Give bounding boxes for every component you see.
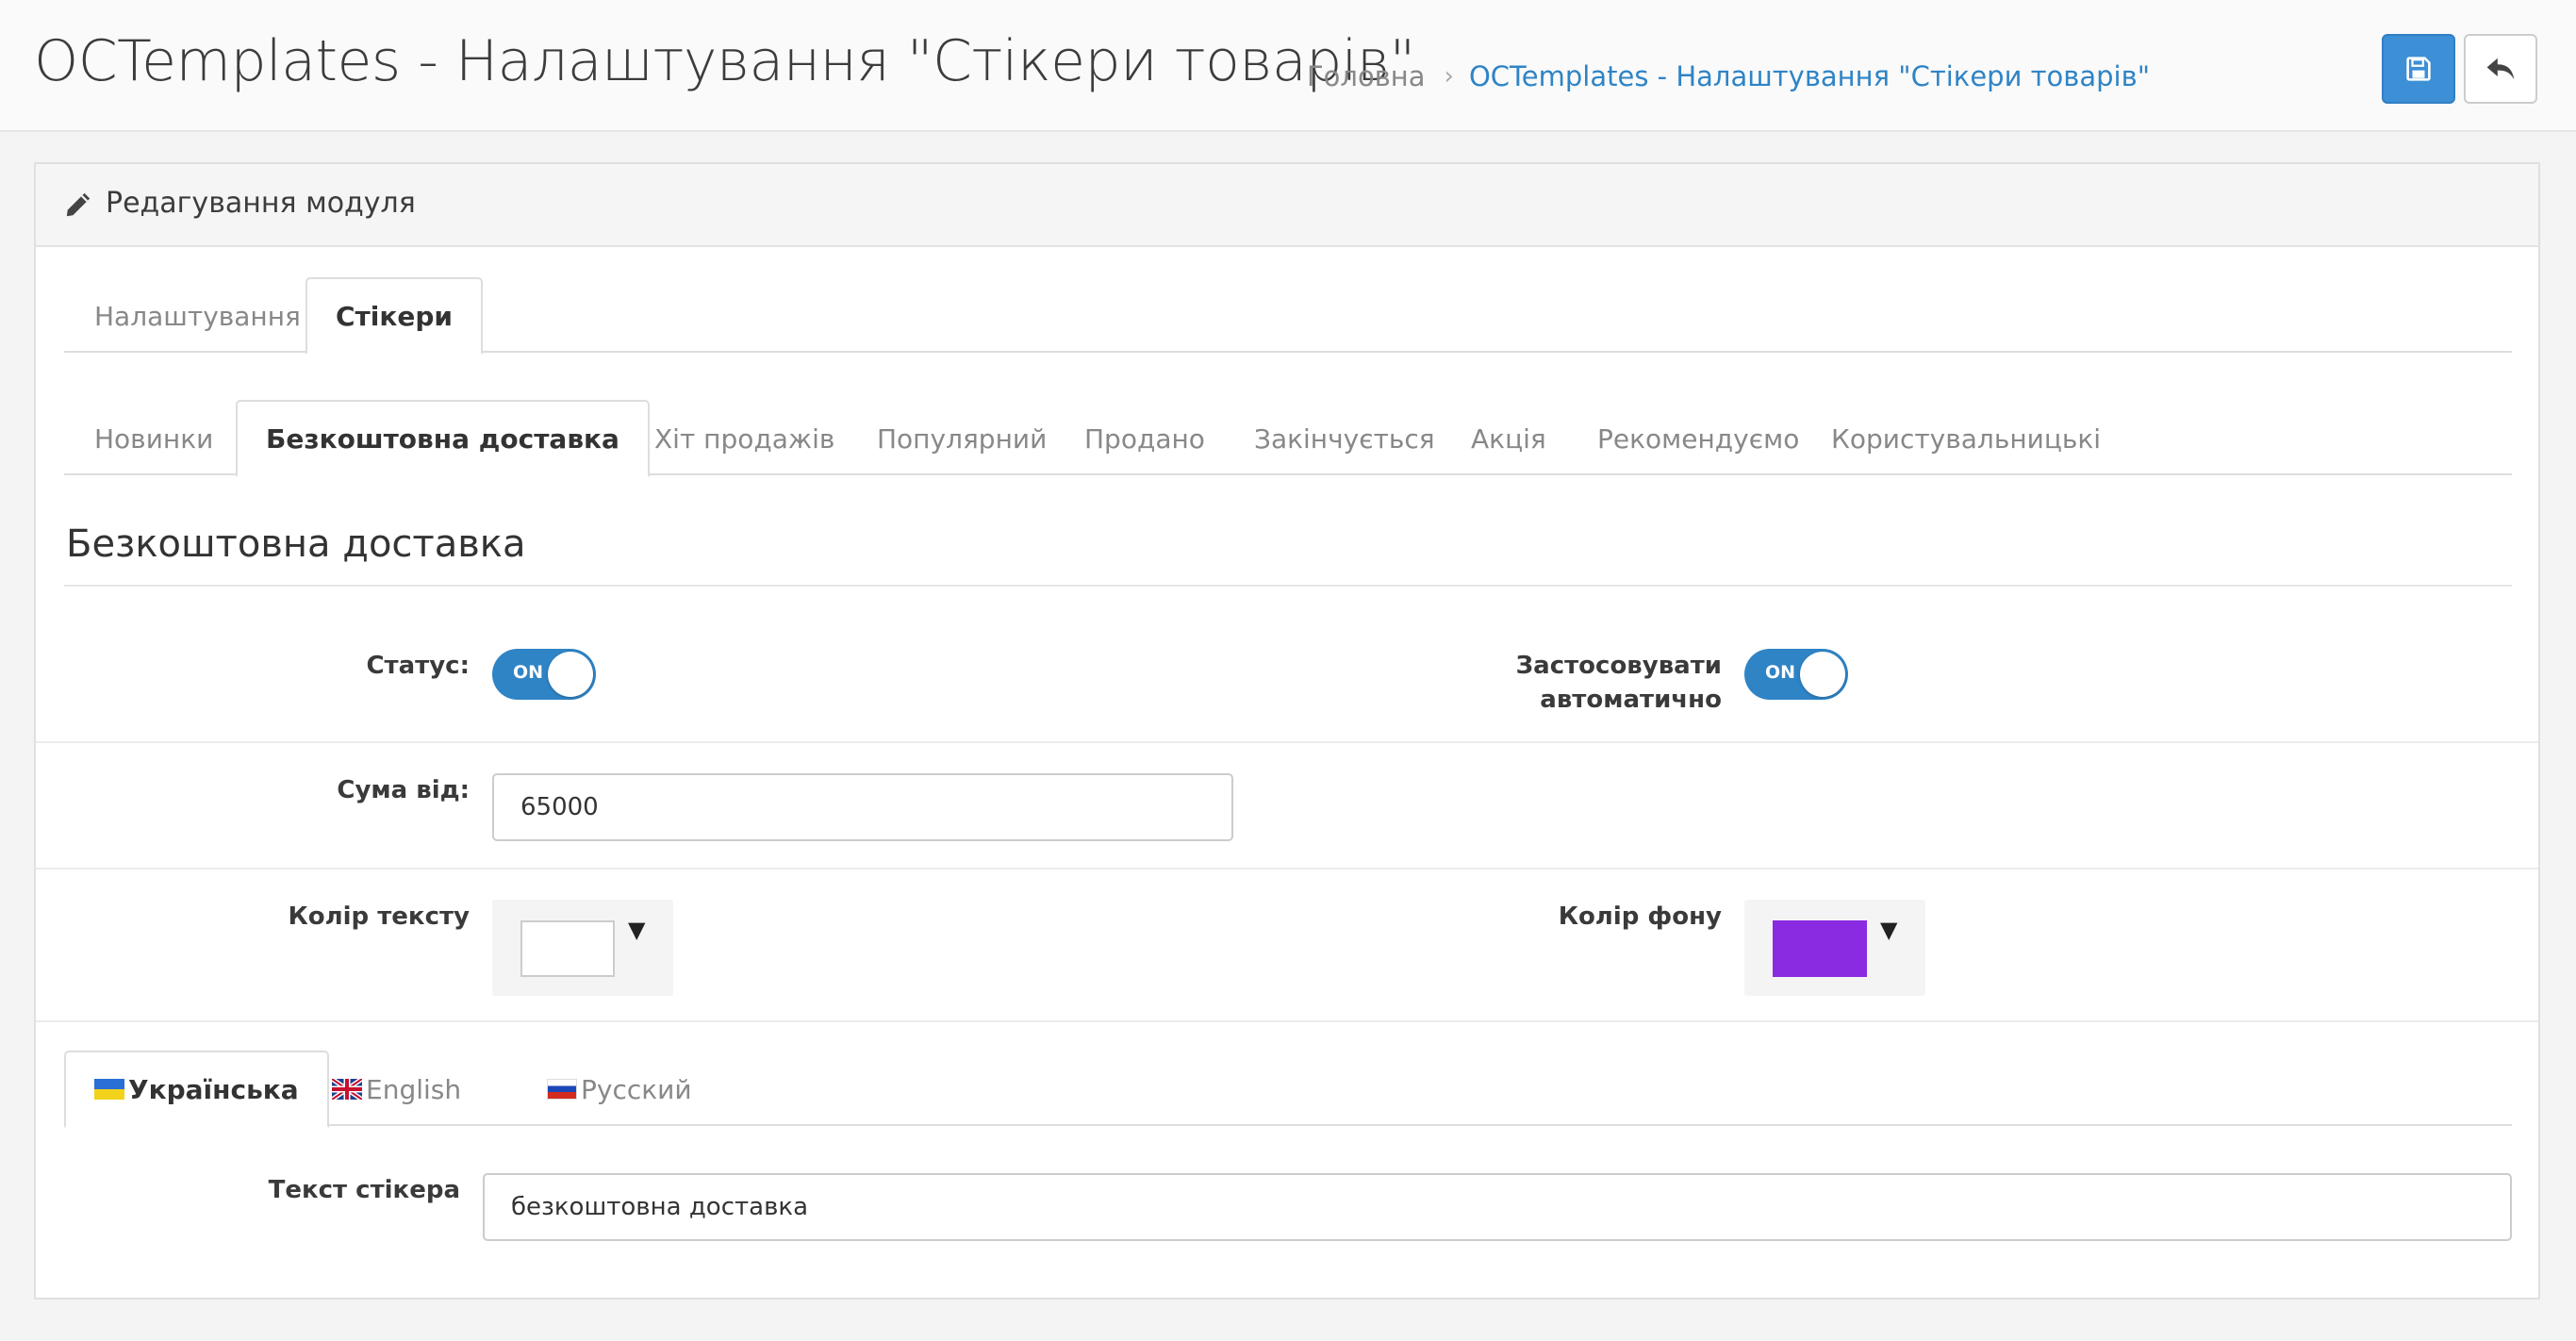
bg-color-picker[interactable]: ▼ [1744,900,1925,996]
text-color-picker[interactable]: ▼ [492,900,673,996]
row-divider [36,868,2538,869]
tab-lang-ru[interactable]: Русский [517,1051,722,1126]
save-button[interactable] [2382,34,2455,104]
sum-from-label: Сума від: [337,776,470,804]
bg-color-label: Колір фону [1558,902,1722,931]
breadcrumb: Головна › OCTemplates - Налаштування "Ст… [1307,60,2150,92]
status-toggle[interactable]: ON [492,649,596,700]
tab-bestseller[interactable]: Хіт продажів [624,400,865,475]
tab-popular[interactable]: Популярний [847,400,1077,475]
tab-recommend[interactable]: Рекомендуємо [1567,400,1829,475]
page-title: OCTemplates - Налаштування "Стікери това… [34,28,1415,94]
sticker-text-label: Текст стікера [268,1176,460,1204]
tab-settings[interactable]: Налаштування [64,277,331,353]
auto-apply-toggle-text: ON [1765,662,1796,683]
auto-apply-label: Застосовувати автоматично [1356,649,1722,717]
caret-down-icon: ▼ [1880,917,1898,943]
text-color-label: Колір тексту [288,902,470,931]
uk-flag-icon [332,1079,362,1100]
lang-en-label: English [366,1073,462,1105]
breadcrumb-home-link[interactable]: Головна [1307,60,1426,92]
panel-heading: Редагування модуля [36,164,2538,247]
ukraine-flag-icon [94,1079,124,1100]
tab-new[interactable]: Новинки [64,400,243,475]
module-panel: Редагування модуля Налаштування Стікери … [34,162,2540,1300]
language-tabs: Українська English Русский [64,1051,2512,1128]
breadcrumb-separator: › [1444,62,1454,91]
save-icon [2406,57,2431,81]
section-divider [64,585,2512,587]
bg-color-swatch [1773,920,1867,977]
row-divider [36,1020,2538,1022]
auto-apply-toggle[interactable]: ON [1744,649,1848,700]
reply-icon [2486,58,2515,80]
tab-lang-en[interactable]: English [302,1051,491,1126]
breadcrumb-current-link[interactable]: OCTemplates - Налаштування "Стікери това… [1469,60,2150,92]
status-toggle-text: ON [513,662,544,683]
tab-ending[interactable]: Закінчується [1224,400,1465,475]
main-tabs: Налаштування Стікери [64,277,2512,355]
tab-stickers[interactable]: Стікери [305,277,484,355]
back-button[interactable] [2464,34,2537,104]
toggle-knob [1800,652,1845,697]
text-color-swatch [520,920,615,977]
auto-apply-label-line2: автоматично [1540,686,1722,714]
pencil-icon [66,192,91,217]
status-label: Статус: [366,652,470,680]
tab-lang-uk[interactable]: Українська [64,1051,329,1128]
tab-free-shipping[interactable]: Безкоштовна доставка [236,400,650,477]
lang-uk-label: Українська [128,1073,299,1105]
lang-ru-label: Русский [581,1073,692,1105]
section-title: Безкоштовна доставка [66,522,526,566]
tab-custom[interactable]: Користувальницькі [1801,400,2131,475]
panel-title: Редагування модуля [106,187,416,220]
auto-apply-label-line1: Застосовувати [1515,652,1722,680]
sum-from-input[interactable]: 65000 [492,773,1233,841]
sticker-text-input[interactable]: безкоштовна доставка [483,1173,2512,1241]
sticker-tabs: Новинки Безкоштовна доставка Хіт продажі… [64,400,2512,477]
toggle-knob [548,652,593,697]
caret-down-icon: ▼ [628,917,646,943]
tab-sale[interactable]: Акція [1441,400,1577,475]
row-divider [36,741,2538,743]
russia-flag-icon [547,1079,577,1100]
page-header: OCTemplates - Налаштування "Стікери това… [0,0,2576,132]
tab-sold[interactable]: Продано [1054,400,1235,475]
